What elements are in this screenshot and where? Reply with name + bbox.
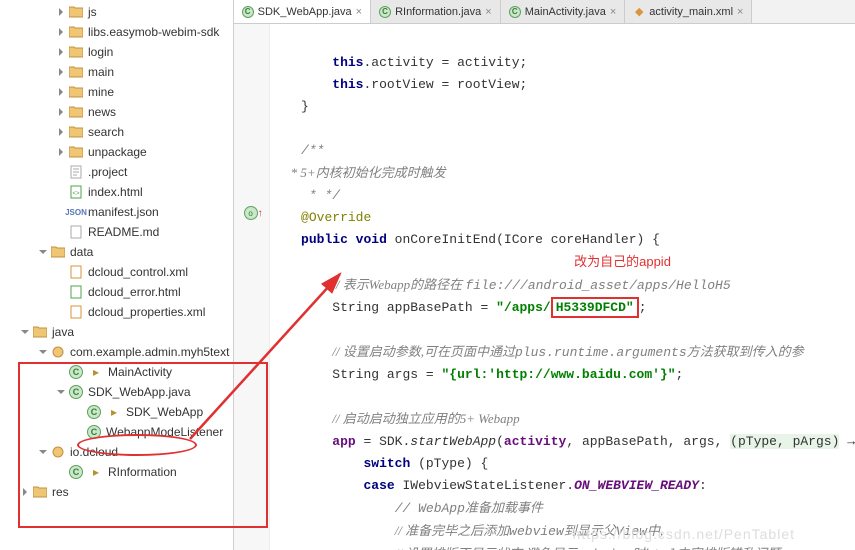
run-icon: ▸	[88, 464, 104, 480]
html-file-icon	[68, 284, 84, 300]
close-icon[interactable]: ×	[485, 6, 491, 18]
annotation-text: 改为自己的appid	[574, 254, 671, 269]
xml-file-icon: ◆	[633, 6, 645, 18]
tree-class-sdkwebapp[interactable]: C▸SDK_WebApp	[0, 402, 233, 422]
chevron-down-icon	[36, 345, 50, 359]
tree-package-iodcloud[interactable]: io.dcloud	[0, 442, 233, 462]
folder-icon	[68, 4, 84, 20]
chevron-down-icon	[36, 445, 50, 459]
file-icon	[68, 164, 84, 180]
package-icon	[50, 344, 66, 360]
tab-sdkwebapp[interactable]: CSDK_WebApp.java×	[234, 0, 371, 23]
class-icon: C	[242, 6, 254, 18]
folder-icon	[32, 324, 48, 340]
close-icon[interactable]: ×	[737, 6, 743, 18]
tree-folder-search[interactable]: search	[0, 122, 233, 142]
tree-package-myh5text[interactable]: com.example.admin.myh5text	[0, 342, 233, 362]
run-icon: ▸	[106, 404, 122, 420]
tree-file-manifest[interactable]: JSONmanifest.json	[0, 202, 233, 222]
tab-activity-main-xml[interactable]: ◆activity_main.xml×	[625, 0, 752, 23]
chevron-down-icon	[36, 245, 50, 259]
close-icon[interactable]: ×	[356, 6, 362, 18]
chevron-right-icon	[54, 85, 68, 99]
class-icon: C	[509, 6, 521, 18]
tree-class-mainactivity[interactable]: C▸MainActivity	[0, 362, 233, 382]
folder-icon	[68, 64, 84, 80]
code-editor[interactable]: this.activity = activity; this.rootView …	[270, 24, 855, 550]
json-file-icon: JSON	[68, 204, 84, 220]
folder-icon	[68, 144, 84, 160]
folder-icon	[68, 124, 84, 140]
file-icon	[68, 224, 84, 240]
chevron-right-icon	[54, 145, 68, 159]
class-icon: C	[68, 364, 84, 380]
tree-file-index[interactable]: <>index.html	[0, 182, 233, 202]
folder-icon	[68, 44, 84, 60]
tree-file-dcloud-error[interactable]: dcloud_error.html	[0, 282, 233, 302]
tree-file-dcloud-control[interactable]: dcloud_control.xml	[0, 262, 233, 282]
editor-gutter: o↑	[234, 24, 270, 550]
chevron-right-icon	[54, 25, 68, 39]
class-icon: C	[86, 424, 102, 440]
class-icon: C	[379, 6, 391, 18]
folder-icon	[68, 24, 84, 40]
chevron-right-icon	[54, 125, 68, 139]
class-icon: C	[86, 404, 102, 420]
html-file-icon: <>	[68, 184, 84, 200]
run-icon: ▸	[88, 364, 104, 380]
class-icon: C	[68, 384, 84, 400]
tree-file-dcloud-properties[interactable]: dcloud_properties.xml	[0, 302, 233, 322]
folder-icon	[68, 104, 84, 120]
chevron-right-icon	[54, 65, 68, 79]
appid-highlight: H5339DFCD"	[551, 297, 639, 318]
chevron-down-icon	[18, 325, 32, 339]
tree-folder-unpackage[interactable]: unpackage	[0, 142, 233, 162]
tab-rinformation[interactable]: CRInformation.java×	[371, 0, 501, 23]
xml-file-icon	[68, 304, 84, 320]
class-icon: C	[68, 464, 84, 480]
folder-icon	[68, 84, 84, 100]
chevron-right-icon	[54, 5, 68, 19]
folder-icon	[32, 484, 48, 500]
package-icon	[50, 444, 66, 460]
tree-folder-mine[interactable]: mine	[0, 82, 233, 102]
override-gutter-icon[interactable]: o↑	[244, 206, 258, 220]
tree-file-project[interactable]: .project	[0, 162, 233, 182]
chevron-right-icon	[18, 485, 32, 499]
tree-file-sdkwebapp[interactable]: CSDK_WebApp.java	[0, 382, 233, 402]
editor-tabs: CSDK_WebApp.java× CRInformation.java× CM…	[234, 0, 855, 24]
chevron-right-icon	[54, 45, 68, 59]
tab-mainactivity[interactable]: CMainActivity.java×	[501, 0, 626, 23]
tree-folder-java[interactable]: java	[0, 322, 233, 342]
xml-file-icon	[68, 264, 84, 280]
chevron-down-icon	[54, 385, 68, 399]
tree-folder-main[interactable]: main	[0, 62, 233, 82]
close-icon[interactable]: ×	[610, 6, 616, 18]
tree-folder-res[interactable]: res	[0, 482, 233, 502]
tree-class-rinformation[interactable]: C▸RInformation	[0, 462, 233, 482]
chevron-right-icon	[54, 105, 68, 119]
tree-folder-login[interactable]: login	[0, 42, 233, 62]
tree-folder-news[interactable]: news	[0, 102, 233, 122]
tree-folder-data[interactable]: data	[0, 242, 233, 262]
project-tree-panel: js libs.easymob-webim-sdk login main min…	[0, 0, 234, 550]
tree-folder-libs[interactable]: libs.easymob-webim-sdk	[0, 22, 233, 42]
folder-icon	[50, 244, 66, 260]
tree-file-readme[interactable]: README.md	[0, 222, 233, 242]
tree-class-webappmodelistener[interactable]: CWebappModeListener	[0, 422, 233, 442]
svg-text:<>: <>	[72, 191, 80, 197]
tree-folder-js[interactable]: js	[0, 2, 233, 22]
